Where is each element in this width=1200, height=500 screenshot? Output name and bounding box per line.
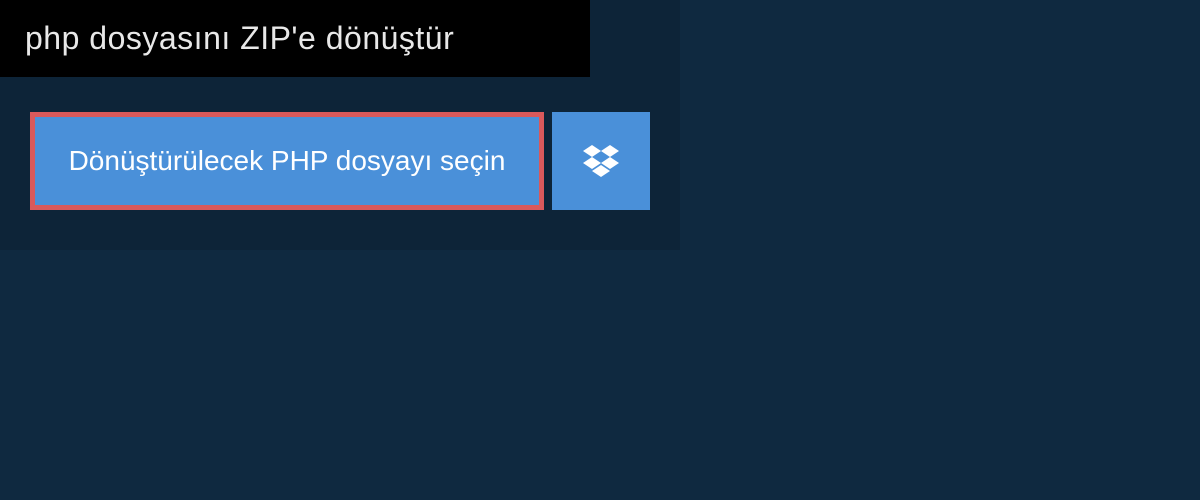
panel-header: php dosyasını ZIP'e dönüştür [0, 0, 590, 77]
converter-panel: php dosyasını ZIP'e dönüştür Dönüştürüle… [0, 0, 680, 250]
dropbox-button[interactable] [552, 112, 650, 210]
select-file-button[interactable]: Dönüştürülecek PHP dosyayı seçin [30, 112, 544, 210]
dropbox-icon [583, 145, 619, 177]
page-title: php dosyasını ZIP'e dönüştür [25, 20, 565, 57]
upload-area: Dönüştürülecek PHP dosyayı seçin [0, 77, 680, 250]
select-file-label: Dönüştürülecek PHP dosyayı seçin [69, 145, 506, 176]
